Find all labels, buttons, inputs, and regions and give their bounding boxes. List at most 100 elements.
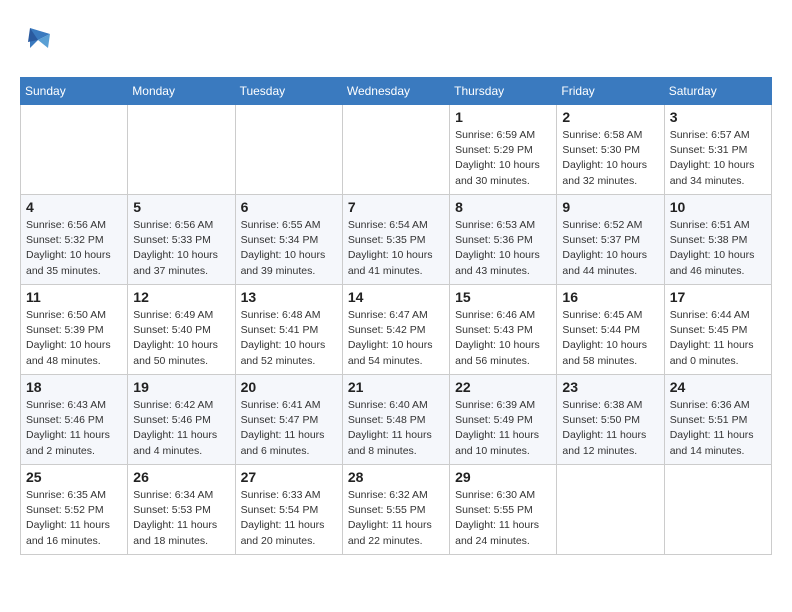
calendar-cell xyxy=(235,105,342,195)
day-info: Sunrise: 6:44 AM Sunset: 5:45 PM Dayligh… xyxy=(670,308,766,369)
calendar-cell: 29 Sunrise: 6:30 AM Sunset: 5:55 PM Dayli… xyxy=(450,465,557,555)
day-number: 23 xyxy=(562,379,658,395)
day-info: Sunrise: 6:50 AM Sunset: 5:39 PM Dayligh… xyxy=(26,308,122,369)
logo-icon xyxy=(20,20,56,61)
calendar-cell: 21 Sunrise: 6:40 AM Sunset: 5:48 PM Dayli… xyxy=(342,375,449,465)
calendar-cell: 7 Sunrise: 6:54 AM Sunset: 5:35 PM Daylig… xyxy=(342,195,449,285)
calendar-cell: 4 Sunrise: 6:56 AM Sunset: 5:32 PM Daylig… xyxy=(21,195,128,285)
day-info: Sunrise: 6:56 AM Sunset: 5:33 PM Dayligh… xyxy=(133,218,229,279)
day-number: 13 xyxy=(241,289,337,305)
day-info: Sunrise: 6:36 AM Sunset: 5:51 PM Dayligh… xyxy=(670,398,766,459)
day-header-monday: Monday xyxy=(128,78,235,105)
day-info: Sunrise: 6:56 AM Sunset: 5:32 PM Dayligh… xyxy=(26,218,122,279)
day-info: Sunrise: 6:34 AM Sunset: 5:53 PM Dayligh… xyxy=(133,488,229,549)
calendar-cell: 17 Sunrise: 6:44 AM Sunset: 5:45 PM Dayli… xyxy=(664,285,771,375)
calendar-cell: 15 Sunrise: 6:46 AM Sunset: 5:43 PM Dayli… xyxy=(450,285,557,375)
day-number: 21 xyxy=(348,379,444,395)
day-number: 12 xyxy=(133,289,229,305)
day-number: 14 xyxy=(348,289,444,305)
day-info: Sunrise: 6:43 AM Sunset: 5:46 PM Dayligh… xyxy=(26,398,122,459)
calendar-cell: 5 Sunrise: 6:56 AM Sunset: 5:33 PM Daylig… xyxy=(128,195,235,285)
calendar-cell: 26 Sunrise: 6:34 AM Sunset: 5:53 PM Dayli… xyxy=(128,465,235,555)
day-header-sunday: Sunday xyxy=(21,78,128,105)
day-number: 7 xyxy=(348,199,444,215)
calendar-week-1: 1 Sunrise: 6:59 AM Sunset: 5:29 PM Daylig… xyxy=(21,105,772,195)
calendar-cell: 12 Sunrise: 6:49 AM Sunset: 5:40 PM Dayli… xyxy=(128,285,235,375)
day-info: Sunrise: 6:51 AM Sunset: 5:38 PM Dayligh… xyxy=(670,218,766,279)
calendar-cell: 14 Sunrise: 6:47 AM Sunset: 5:42 PM Dayli… xyxy=(342,285,449,375)
day-number: 26 xyxy=(133,469,229,485)
day-info: Sunrise: 6:45 AM Sunset: 5:44 PM Dayligh… xyxy=(562,308,658,369)
day-info: Sunrise: 6:40 AM Sunset: 5:48 PM Dayligh… xyxy=(348,398,444,459)
calendar-cell: 16 Sunrise: 6:45 AM Sunset: 5:44 PM Dayli… xyxy=(557,285,664,375)
day-header-saturday: Saturday xyxy=(664,78,771,105)
day-header-wednesday: Wednesday xyxy=(342,78,449,105)
calendar-cell: 13 Sunrise: 6:48 AM Sunset: 5:41 PM Dayli… xyxy=(235,285,342,375)
calendar-cell: 9 Sunrise: 6:52 AM Sunset: 5:37 PM Daylig… xyxy=(557,195,664,285)
day-info: Sunrise: 6:55 AM Sunset: 5:34 PM Dayligh… xyxy=(241,218,337,279)
day-number: 27 xyxy=(241,469,337,485)
day-info: Sunrise: 6:46 AM Sunset: 5:43 PM Dayligh… xyxy=(455,308,551,369)
calendar-week-2: 4 Sunrise: 6:56 AM Sunset: 5:32 PM Daylig… xyxy=(21,195,772,285)
day-number: 20 xyxy=(241,379,337,395)
day-info: Sunrise: 6:52 AM Sunset: 5:37 PM Dayligh… xyxy=(562,218,658,279)
calendar-cell xyxy=(342,105,449,195)
day-number: 19 xyxy=(133,379,229,395)
day-number: 18 xyxy=(26,379,122,395)
day-info: Sunrise: 6:32 AM Sunset: 5:55 PM Dayligh… xyxy=(348,488,444,549)
day-info: Sunrise: 6:42 AM Sunset: 5:46 PM Dayligh… xyxy=(133,398,229,459)
calendar-cell: 23 Sunrise: 6:38 AM Sunset: 5:50 PM Dayli… xyxy=(557,375,664,465)
calendar: SundayMondayTuesdayWednesdayThursdayFrid… xyxy=(20,77,772,555)
calendar-cell: 28 Sunrise: 6:32 AM Sunset: 5:55 PM Dayli… xyxy=(342,465,449,555)
day-number: 5 xyxy=(133,199,229,215)
calendar-cell: 24 Sunrise: 6:36 AM Sunset: 5:51 PM Dayli… xyxy=(664,375,771,465)
day-number: 11 xyxy=(26,289,122,305)
day-info: Sunrise: 6:58 AM Sunset: 5:30 PM Dayligh… xyxy=(562,128,658,189)
day-number: 1 xyxy=(455,109,551,125)
calendar-week-5: 25 Sunrise: 6:35 AM Sunset: 5:52 PM Dayli… xyxy=(21,465,772,555)
calendar-cell: 6 Sunrise: 6:55 AM Sunset: 5:34 PM Daylig… xyxy=(235,195,342,285)
day-info: Sunrise: 6:39 AM Sunset: 5:49 PM Dayligh… xyxy=(455,398,551,459)
calendar-cell xyxy=(128,105,235,195)
day-number: 25 xyxy=(26,469,122,485)
logo xyxy=(20,20,60,61)
day-number: 6 xyxy=(241,199,337,215)
calendar-week-4: 18 Sunrise: 6:43 AM Sunset: 5:46 PM Dayli… xyxy=(21,375,772,465)
day-info: Sunrise: 6:30 AM Sunset: 5:55 PM Dayligh… xyxy=(455,488,551,549)
day-number: 9 xyxy=(562,199,658,215)
calendar-cell: 11 Sunrise: 6:50 AM Sunset: 5:39 PM Dayli… xyxy=(21,285,128,375)
day-number: 17 xyxy=(670,289,766,305)
page-header xyxy=(20,20,772,61)
day-info: Sunrise: 6:57 AM Sunset: 5:31 PM Dayligh… xyxy=(670,128,766,189)
day-number: 24 xyxy=(670,379,766,395)
day-header-thursday: Thursday xyxy=(450,78,557,105)
calendar-cell: 1 Sunrise: 6:59 AM Sunset: 5:29 PM Daylig… xyxy=(450,105,557,195)
day-number: 10 xyxy=(670,199,766,215)
calendar-cell: 2Sunrise: 6:58 AM Sunset: 5:30 PM Daylig… xyxy=(557,105,664,195)
day-number: 16 xyxy=(562,289,658,305)
calendar-cell xyxy=(21,105,128,195)
calendar-cell: 18 Sunrise: 6:43 AM Sunset: 5:46 PM Dayli… xyxy=(21,375,128,465)
day-number: 15 xyxy=(455,289,551,305)
day-number: 29 xyxy=(455,469,551,485)
day-info: Sunrise: 6:33 AM Sunset: 5:54 PM Dayligh… xyxy=(241,488,337,549)
calendar-cell xyxy=(557,465,664,555)
day-info: Sunrise: 6:35 AM Sunset: 5:52 PM Dayligh… xyxy=(26,488,122,549)
day-number: 4 xyxy=(26,199,122,215)
day-info: Sunrise: 6:59 AM Sunset: 5:29 PM Dayligh… xyxy=(455,128,551,189)
day-number: 3 xyxy=(670,109,766,125)
day-info: Sunrise: 6:47 AM Sunset: 5:42 PM Dayligh… xyxy=(348,308,444,369)
calendar-cell: 19 Sunrise: 6:42 AM Sunset: 5:46 PM Dayli… xyxy=(128,375,235,465)
calendar-cell: 22Sunrise: 6:39 AM Sunset: 5:49 PM Dayli… xyxy=(450,375,557,465)
day-header-tuesday: Tuesday xyxy=(235,78,342,105)
day-info: Sunrise: 6:41 AM Sunset: 5:47 PM Dayligh… xyxy=(241,398,337,459)
day-info: Sunrise: 6:49 AM Sunset: 5:40 PM Dayligh… xyxy=(133,308,229,369)
calendar-cell: 20 Sunrise: 6:41 AM Sunset: 5:47 PM Dayli… xyxy=(235,375,342,465)
day-info: Sunrise: 6:38 AM Sunset: 5:50 PM Dayligh… xyxy=(562,398,658,459)
calendar-cell xyxy=(664,465,771,555)
calendar-header: SundayMondayTuesdayWednesdayThursdayFrid… xyxy=(21,78,772,105)
day-info: Sunrise: 6:54 AM Sunset: 5:35 PM Dayligh… xyxy=(348,218,444,279)
day-number: 8 xyxy=(455,199,551,215)
day-number: 28 xyxy=(348,469,444,485)
day-info: Sunrise: 6:48 AM Sunset: 5:41 PM Dayligh… xyxy=(241,308,337,369)
